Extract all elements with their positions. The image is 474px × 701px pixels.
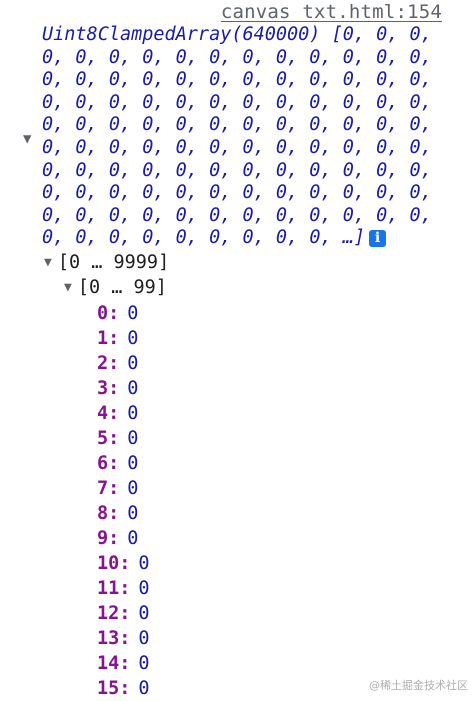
array-open-bracket: [ [331, 24, 343, 45]
entry-index: 9 [97, 528, 109, 549]
range-group-0-9999[interactable]: ▼ [0 … 9999] [44, 252, 169, 273]
entry-colon: : [119, 603, 131, 624]
entry-index: 11 [97, 578, 120, 599]
entry-index: 5 [97, 428, 109, 449]
array-entry[interactable]: 11: 0 [97, 576, 150, 601]
array-preview-ellipsis: 0, …] [309, 227, 366, 249]
array-entry[interactable]: 6: 0 [97, 451, 150, 476]
array-entry[interactable]: 8: 0 [97, 501, 150, 526]
source-location-link[interactable]: canvas txt.html:154 [221, 1, 442, 23]
entry-index: 1 [97, 328, 109, 349]
array-type-label: Uint8ClampedArray(640000) [42, 24, 321, 45]
array-entry[interactable]: 15: 0 [97, 676, 150, 701]
entry-index: 7 [97, 478, 109, 499]
array-entry[interactable]: 1: 0 [97, 326, 150, 351]
array-entry[interactable]: 2: 0 [97, 351, 150, 376]
array-entry[interactable]: 0: 0 [97, 301, 150, 326]
entry-index: 15 [97, 678, 120, 699]
entry-colon: : [108, 378, 120, 399]
entry-colon: : [119, 628, 131, 649]
entry-value: 0 [127, 528, 139, 549]
array-preview-values: 0, 0, 0, 0, 0, 0, 0, 0, 0, 0, 0, 0, 0, 0… [42, 24, 432, 249]
entry-colon: : [108, 428, 120, 449]
entry-colon: : [108, 478, 120, 499]
entry-value: 0 [127, 353, 139, 374]
array-preview[interactable]: Uint8ClampedArray(640000) [0, 0, 0, 0, 0… [42, 24, 442, 250]
array-entry[interactable]: 3: 0 [97, 376, 150, 401]
info-icon[interactable]: i [369, 230, 387, 248]
entry-colon: : [108, 353, 120, 374]
watermark: @稀土掘金技术社区 [369, 679, 468, 692]
range-group-0-99[interactable]: ▼ [0 … 99] [64, 277, 167, 298]
entry-value: 0 [138, 553, 150, 574]
entry-value: 0 [138, 653, 150, 674]
entry-index: 8 [97, 503, 109, 524]
entry-value: 0 [127, 378, 139, 399]
array-entry[interactable]: 7: 0 [97, 476, 150, 501]
array-entry[interactable]: 9: 0 [97, 526, 150, 551]
entry-value: 0 [127, 303, 139, 324]
disclosure-triangle-down-icon[interactable]: ▼ [64, 280, 72, 295]
entry-value: 0 [127, 403, 139, 424]
expand-array-triangle-icon[interactable]: ▼ [23, 131, 31, 147]
disclosure-triangle-down-icon[interactable]: ▼ [44, 255, 52, 270]
entry-value: 0 [138, 578, 150, 599]
entry-colon: : [119, 578, 131, 599]
entry-index: 0 [97, 303, 109, 324]
entry-index: 2 [97, 353, 109, 374]
range-group-label: [0 … 99] [77, 277, 167, 298]
entry-colon: : [119, 653, 131, 674]
entry-value: 0 [127, 328, 139, 349]
entry-colon: : [108, 328, 120, 349]
entry-colon: : [108, 303, 120, 324]
entry-index: 13 [97, 628, 120, 649]
entry-value: 0 [138, 628, 150, 649]
entry-colon: : [119, 553, 131, 574]
entry-value: 0 [127, 503, 139, 524]
array-entry[interactable]: 10: 0 [97, 551, 150, 576]
entry-index: 3 [97, 378, 109, 399]
entry-index: 14 [97, 653, 120, 674]
array-entry[interactable]: 4: 0 [97, 401, 150, 426]
array-entry[interactable]: 5: 0 [97, 426, 150, 451]
entry-colon: : [119, 678, 131, 699]
entry-index: 10 [97, 553, 120, 574]
array-entry[interactable]: 13: 0 [97, 626, 150, 651]
entry-index: 12 [97, 603, 120, 624]
range-group-label: [0 … 9999] [57, 252, 170, 273]
entry-value: 0 [127, 478, 139, 499]
array-entry[interactable]: 12: 0 [97, 601, 150, 626]
entry-colon: : [108, 503, 120, 524]
array-entry[interactable]: 14: 0 [97, 651, 150, 676]
entry-index: 4 [97, 403, 109, 424]
entry-value: 0 [138, 678, 150, 699]
entry-colon: : [108, 453, 120, 474]
entry-colon: : [108, 403, 120, 424]
entry-value: 0 [138, 603, 150, 624]
entry-value: 0 [127, 453, 139, 474]
entry-index: 6 [97, 453, 109, 474]
entry-value: 0 [127, 428, 139, 449]
entry-colon: : [108, 528, 120, 549]
array-entries-list: 0: 0 1: 0 2: 0 3: 0 4: 0 5: 0 6: 0 7: 0 8: 0 9: 0 10: 0 11: 0 12… [97, 301, 150, 701]
